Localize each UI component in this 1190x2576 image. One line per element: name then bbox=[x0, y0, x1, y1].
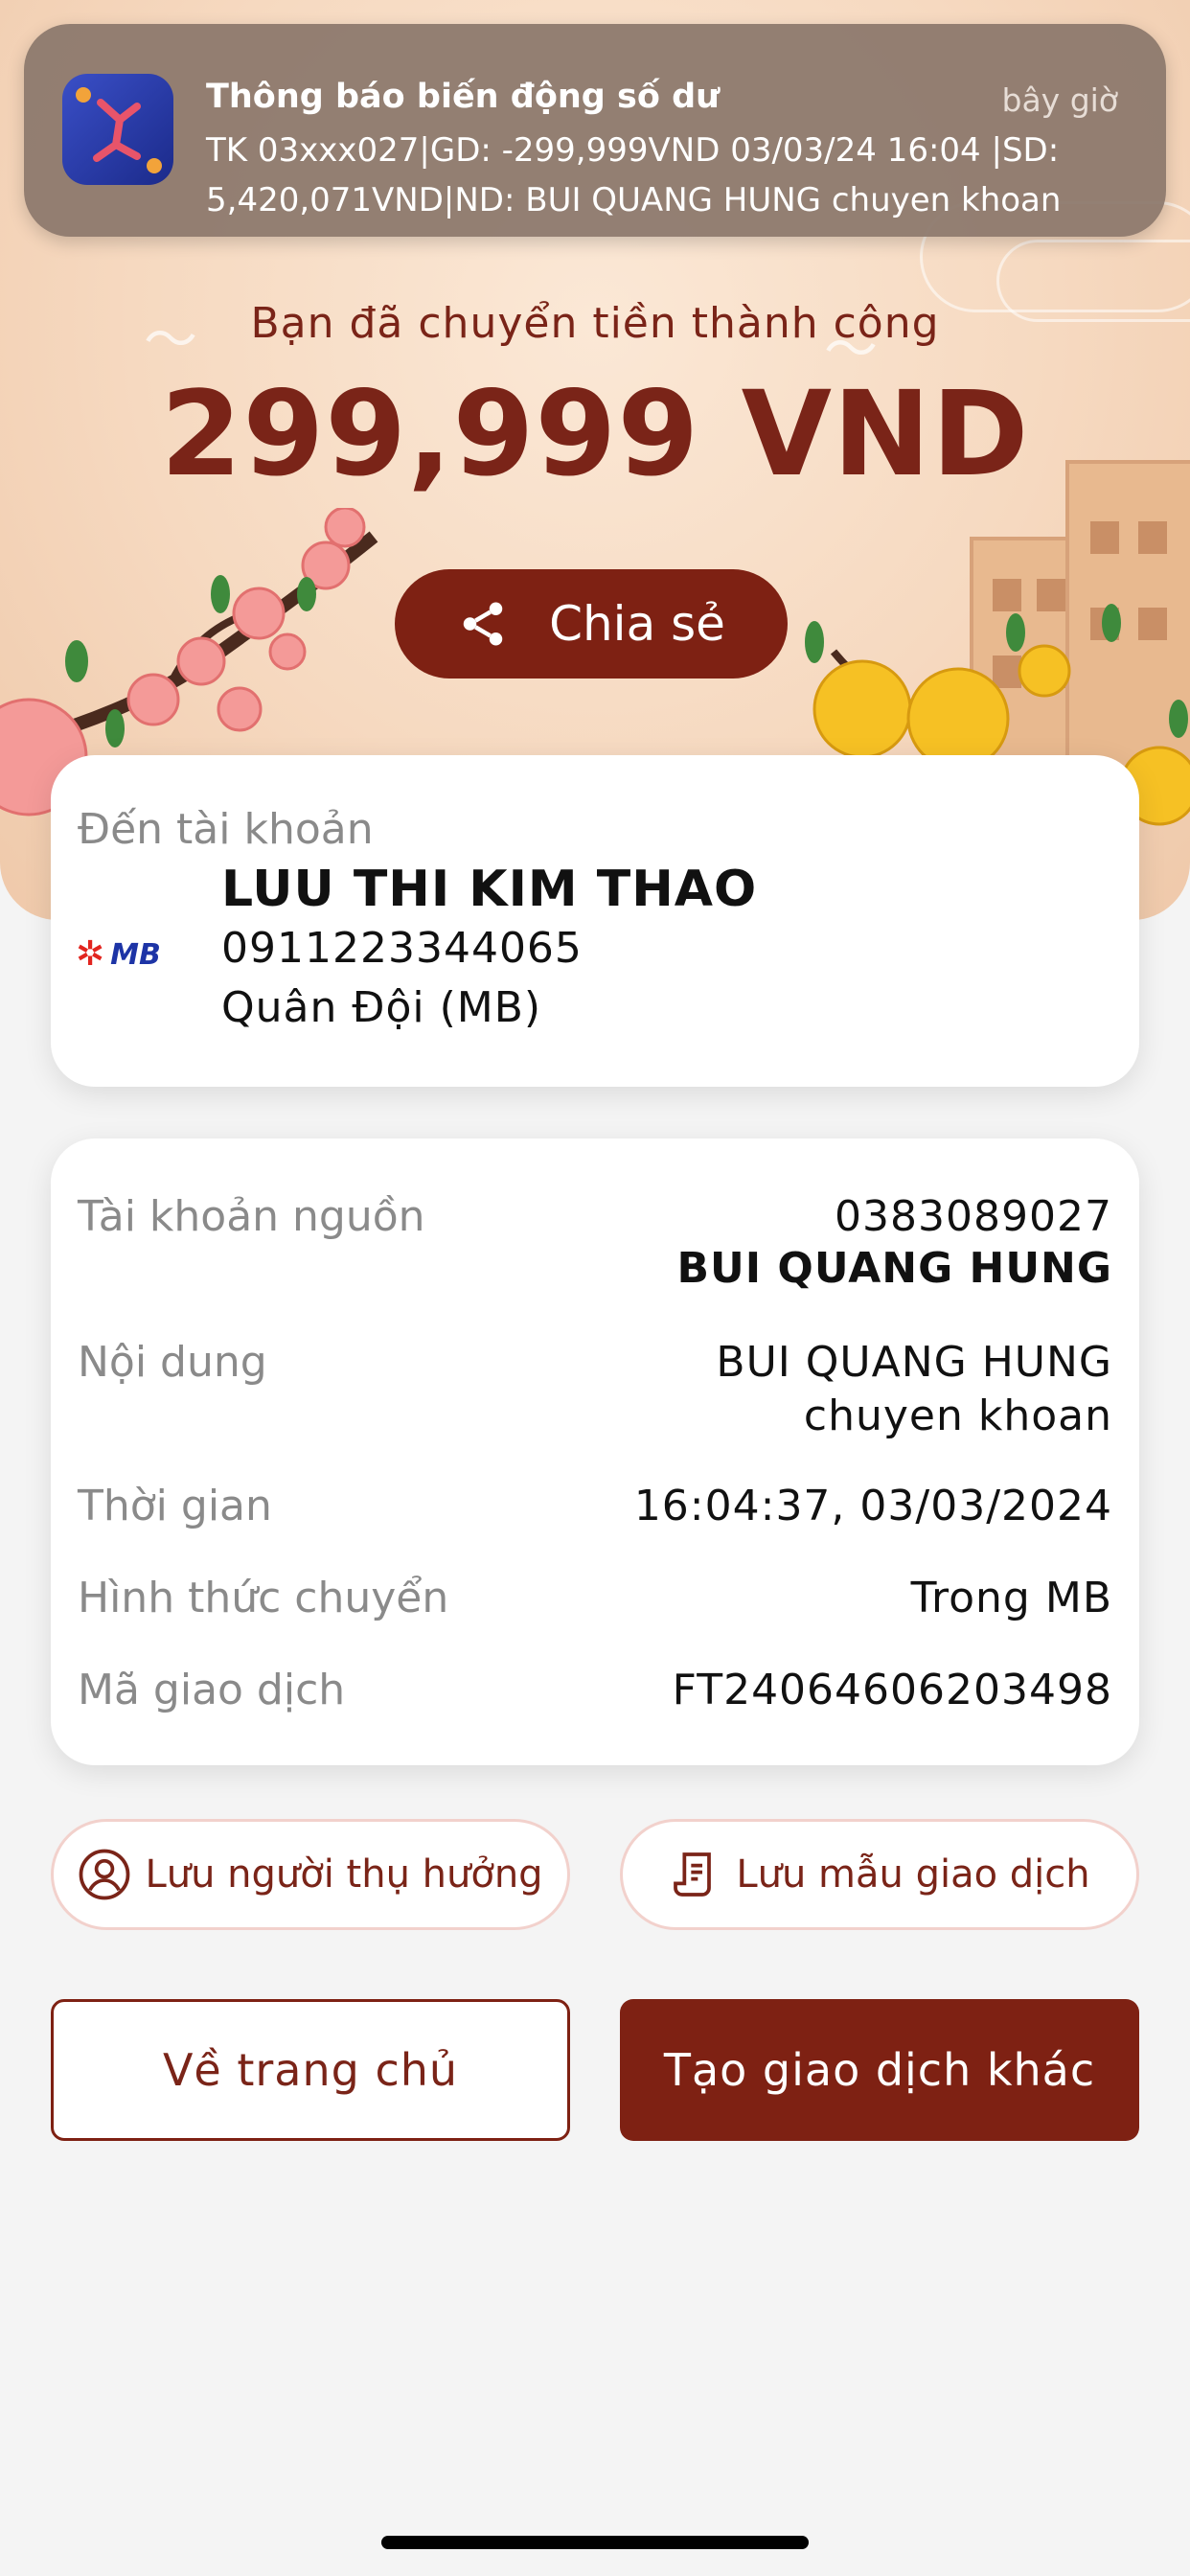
user-circle-icon bbox=[80, 1849, 130, 1900]
home-button[interactable]: Về trang chủ bbox=[51, 1999, 570, 2141]
success-message: Bạn đã chuyển tiền thành công bbox=[250, 299, 940, 348]
notification-title: Thông báo biến động số dư bbox=[206, 78, 721, 116]
transaction-id-value: FT24064606203498 bbox=[672, 1666, 1112, 1714]
beneficiary-name: LUU THI KIM THAO bbox=[221, 861, 758, 918]
content-label: Nội dung bbox=[78, 1338, 267, 1387]
source-account-label: Tài khoản nguồn bbox=[78, 1192, 425, 1241]
transfer-amount: 299,999 VND bbox=[160, 366, 1030, 502]
share-icon bbox=[463, 602, 503, 646]
method-label: Hình thức chuyển bbox=[78, 1574, 449, 1622]
save-template-label: Lưu mẫu giao dịch bbox=[736, 1852, 1090, 1897]
new-transaction-label: Tạo giao dịch khác bbox=[663, 2044, 1096, 2096]
source-account-name: BUI QUANG HUNG bbox=[676, 1244, 1112, 1293]
home-button-label: Về trang chủ bbox=[162, 2044, 459, 2096]
app-icon bbox=[62, 74, 173, 185]
save-beneficiary-label: Lưu người thụ hưởng bbox=[145, 1852, 543, 1897]
share-button[interactable]: Chia sẻ bbox=[395, 569, 788, 678]
save-template-button[interactable]: Lưu mẫu giao dịch bbox=[620, 1819, 1139, 1930]
method-value: Trong MB bbox=[910, 1574, 1112, 1622]
star-icon: ✲ bbox=[76, 934, 105, 974]
content-line-1: BUI QUANG HUNG bbox=[716, 1338, 1112, 1387]
notification-time: bây giờ bbox=[1001, 81, 1119, 119]
share-label: Chia sẻ bbox=[549, 596, 725, 652]
time-label: Thời gian bbox=[78, 1482, 272, 1530]
beneficiary-account: 0911223344065 bbox=[221, 924, 583, 973]
beneficiary-bank: Quân Đội (MB) bbox=[221, 983, 542, 1032]
receipt-icon bbox=[674, 1852, 712, 1897]
content-line-2: chuyen khoan bbox=[803, 1392, 1112, 1440]
destination-label: Đến tài khoản bbox=[78, 805, 374, 854]
new-transaction-button[interactable]: Tạo giao dịch khác bbox=[620, 1999, 1139, 2141]
transaction-id-label: Mã giao dịch bbox=[78, 1666, 346, 1714]
mb-bank-logo: ✲ MB bbox=[76, 935, 161, 974]
home-indicator[interactable] bbox=[381, 2536, 809, 2549]
source-account-number: 0383089027 bbox=[835, 1192, 1112, 1241]
save-beneficiary-button[interactable]: Lưu người thụ hưởng bbox=[51, 1819, 570, 1930]
time-value: 16:04:37, 03/03/2024 bbox=[633, 1482, 1112, 1530]
transaction-details-card: Tài khoản nguồn 0383089027 BUI QUANG HUN… bbox=[51, 1138, 1139, 1765]
notification-body: TK 03xxx027|GD: -299,999VND 03/03/24 16:… bbox=[206, 131, 1062, 219]
bank-logo-text: MB bbox=[110, 937, 161, 972]
balance-notification[interactable]: Thông báo biến động số dư bây giờ TK 03x… bbox=[24, 24, 1166, 237]
destination-card: Đến tài khoản ✲ MB LUU THI KIM THAO 0911… bbox=[51, 755, 1139, 1087]
